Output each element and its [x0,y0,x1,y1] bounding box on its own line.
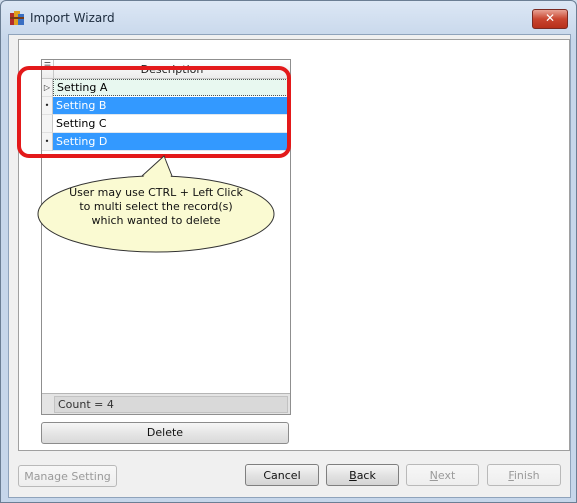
cancel-button[interactable]: Cancel [245,464,319,486]
callout-text: User may use CTRL + Left Click to multi … [67,186,245,228]
close-button[interactable]: ✕ [532,9,568,29]
app-icon [10,11,24,25]
window-title: Import Wizard [30,11,115,25]
back-button[interactable]: Back [326,464,399,486]
next-button[interactable]: Next [406,464,479,486]
callout-line: which wanted to delete [91,214,221,227]
callout-balloon: User may use CTRL + Left Click to multi … [34,148,279,283]
finish-button[interactable]: Finish [487,464,561,486]
selection-highlight-frame [17,66,291,158]
record-count: Count = 4 [54,396,288,413]
callout-line: to multi select the record(s) [79,200,233,213]
delete-button[interactable]: Delete [41,422,289,444]
close-icon: ✕ [544,11,556,25]
callout-line: User may use CTRL + Left Click [69,186,243,199]
manage-setting-button[interactable]: Manage Setting [18,465,117,487]
title-bar[interactable]: Import Wizard ✕ [1,1,576,35]
grid-footer: Count = 4 [42,393,290,414]
